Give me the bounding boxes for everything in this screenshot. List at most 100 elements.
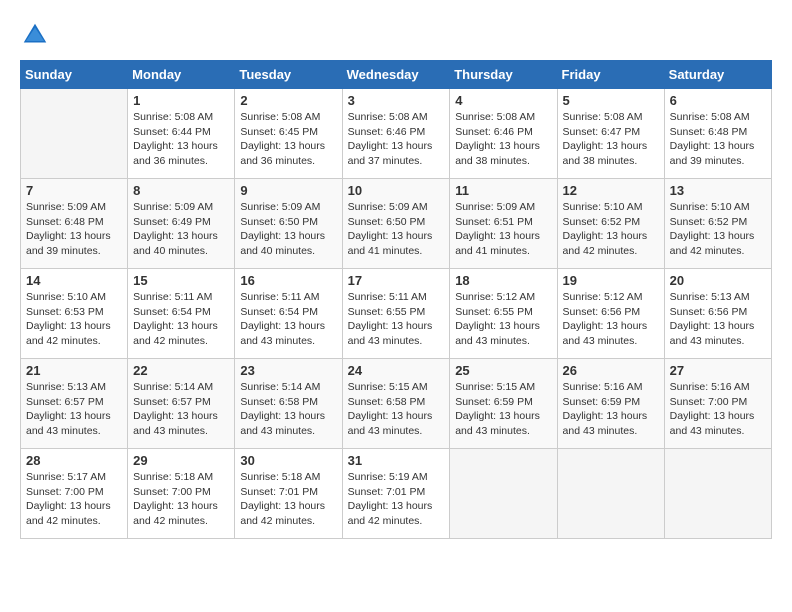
day-number: 22	[133, 363, 229, 378]
day-number: 15	[133, 273, 229, 288]
calendar-cell: 10 Sunrise: 5:09 AM Sunset: 6:50 PM Dayli…	[342, 179, 450, 269]
day-number: 25	[455, 363, 551, 378]
day-number: 14	[26, 273, 122, 288]
calendar-week-row: 14 Sunrise: 5:10 AM Sunset: 6:53 PM Dayli…	[21, 269, 772, 359]
logo	[20, 20, 54, 50]
calendar-header-wednesday: Wednesday	[342, 61, 450, 89]
day-info: Sunrise: 5:19 AM Sunset: 7:01 PM Dayligh…	[348, 470, 445, 529]
day-number: 10	[348, 183, 445, 198]
day-info: Sunrise: 5:12 AM Sunset: 6:55 PM Dayligh…	[455, 290, 551, 349]
calendar-cell: 6 Sunrise: 5:08 AM Sunset: 6:48 PM Daylig…	[664, 89, 771, 179]
calendar-cell: 29 Sunrise: 5:18 AM Sunset: 7:00 PM Dayli…	[128, 449, 235, 539]
day-info: Sunrise: 5:15 AM Sunset: 6:59 PM Dayligh…	[455, 380, 551, 439]
calendar-cell: 20 Sunrise: 5:13 AM Sunset: 6:56 PM Dayli…	[664, 269, 771, 359]
day-number: 7	[26, 183, 122, 198]
calendar-header-thursday: Thursday	[450, 61, 557, 89]
day-number: 6	[670, 93, 766, 108]
calendar-cell: 27 Sunrise: 5:16 AM Sunset: 7:00 PM Dayli…	[664, 359, 771, 449]
day-info: Sunrise: 5:14 AM Sunset: 6:57 PM Dayligh…	[133, 380, 229, 439]
day-number: 12	[563, 183, 659, 198]
calendar-cell: 30 Sunrise: 5:18 AM Sunset: 7:01 PM Dayli…	[235, 449, 342, 539]
day-number: 24	[348, 363, 445, 378]
calendar-cell: 28Sunrise: 5:17 AM Sunset: 7:00 PM Dayli…	[21, 449, 128, 539]
calendar-cell: 13Sunrise: 5:10 AM Sunset: 6:52 PM Dayli…	[664, 179, 771, 269]
calendar-week-row: 21 Sunrise: 5:13 AM Sunset: 6:57 PM Dayli…	[21, 359, 772, 449]
day-number: 17	[348, 273, 445, 288]
day-number: 2	[240, 93, 336, 108]
day-info: Sunrise: 5:18 AM Sunset: 7:01 PM Dayligh…	[240, 470, 336, 529]
calendar-week-row: 28Sunrise: 5:17 AM Sunset: 7:00 PM Dayli…	[21, 449, 772, 539]
calendar-cell: 8 Sunrise: 5:09 AM Sunset: 6:49 PM Daylig…	[128, 179, 235, 269]
calendar-week-row: 7Sunrise: 5:09 AM Sunset: 6:48 PM Daylig…	[21, 179, 772, 269]
calendar-cell: 11Sunrise: 5:09 AM Sunset: 6:51 PM Dayli…	[450, 179, 557, 269]
day-number: 23	[240, 363, 336, 378]
calendar-cell: 9 Sunrise: 5:09 AM Sunset: 6:50 PM Daylig…	[235, 179, 342, 269]
day-number: 29	[133, 453, 229, 468]
calendar-week-row: 1Sunrise: 5:08 AM Sunset: 6:44 PM Daylig…	[21, 89, 772, 179]
day-info: Sunrise: 5:08 AM Sunset: 6:47 PM Dayligh…	[563, 110, 659, 169]
calendar-cell: 25 Sunrise: 5:15 AM Sunset: 6:59 PM Dayli…	[450, 359, 557, 449]
logo-icon	[20, 20, 50, 50]
day-number: 3	[348, 93, 445, 108]
calendar-cell: 24 Sunrise: 5:15 AM Sunset: 6:58 PM Dayli…	[342, 359, 450, 449]
day-info: Sunrise: 5:13 AM Sunset: 6:56 PM Dayligh…	[670, 290, 766, 349]
day-info: Sunrise: 5:11 AM Sunset: 6:54 PM Dayligh…	[240, 290, 336, 349]
day-number: 8	[133, 183, 229, 198]
day-info: Sunrise: 5:09 AM Sunset: 6:50 PM Dayligh…	[240, 200, 336, 259]
calendar-cell: 5 Sunrise: 5:08 AM Sunset: 6:47 PM Daylig…	[557, 89, 664, 179]
day-number: 16	[240, 273, 336, 288]
page-header	[20, 20, 772, 50]
calendar-cell	[450, 449, 557, 539]
day-info: Sunrise: 5:16 AM Sunset: 7:00 PM Dayligh…	[670, 380, 766, 439]
calendar-header-friday: Friday	[557, 61, 664, 89]
calendar-header-tuesday: Tuesday	[235, 61, 342, 89]
calendar-cell: 7Sunrise: 5:09 AM Sunset: 6:48 PM Daylig…	[21, 179, 128, 269]
calendar-cell: 12 Sunrise: 5:10 AM Sunset: 6:52 PM Dayli…	[557, 179, 664, 269]
calendar-cell: 23 Sunrise: 5:14 AM Sunset: 6:58 PM Dayli…	[235, 359, 342, 449]
day-number: 28	[26, 453, 122, 468]
day-info: Sunrise: 5:10 AM Sunset: 6:53 PM Dayligh…	[26, 290, 122, 349]
day-info: Sunrise: 5:14 AM Sunset: 6:58 PM Dayligh…	[240, 380, 336, 439]
day-info: Sunrise: 5:08 AM Sunset: 6:46 PM Dayligh…	[455, 110, 551, 169]
day-number: 1	[133, 93, 229, 108]
day-info: Sunrise: 5:09 AM Sunset: 6:50 PM Dayligh…	[348, 200, 445, 259]
calendar-header-row: SundayMondayTuesdayWednesdayThursdayFrid…	[21, 61, 772, 89]
calendar-cell: 15 Sunrise: 5:11 AM Sunset: 6:54 PM Dayli…	[128, 269, 235, 359]
calendar-cell: 1Sunrise: 5:08 AM Sunset: 6:44 PM Daylig…	[128, 89, 235, 179]
day-info: Sunrise: 5:16 AM Sunset: 6:59 PM Dayligh…	[563, 380, 659, 439]
day-info: Sunrise: 5:15 AM Sunset: 6:58 PM Dayligh…	[348, 380, 445, 439]
day-info: Sunrise: 5:08 AM Sunset: 6:48 PM Dayligh…	[670, 110, 766, 169]
day-number: 5	[563, 93, 659, 108]
calendar-cell: 2 Sunrise: 5:08 AM Sunset: 6:45 PM Daylig…	[235, 89, 342, 179]
calendar-cell: 19Sunrise: 5:12 AM Sunset: 6:56 PM Dayli…	[557, 269, 664, 359]
day-number: 27	[670, 363, 766, 378]
day-info: Sunrise: 5:13 AM Sunset: 6:57 PM Dayligh…	[26, 380, 122, 439]
calendar-cell: 26Sunrise: 5:16 AM Sunset: 6:59 PM Dayli…	[557, 359, 664, 449]
calendar-cell	[21, 89, 128, 179]
calendar-header-monday: Monday	[128, 61, 235, 89]
day-number: 4	[455, 93, 551, 108]
calendar-cell: 31 Sunrise: 5:19 AM Sunset: 7:01 PM Dayli…	[342, 449, 450, 539]
calendar-header-saturday: Saturday	[664, 61, 771, 89]
day-info: Sunrise: 5:08 AM Sunset: 6:45 PM Dayligh…	[240, 110, 336, 169]
day-info: Sunrise: 5:18 AM Sunset: 7:00 PM Dayligh…	[133, 470, 229, 529]
calendar-cell: 14 Sunrise: 5:10 AM Sunset: 6:53 PM Dayli…	[21, 269, 128, 359]
calendar-cell: 22 Sunrise: 5:14 AM Sunset: 6:57 PM Dayli…	[128, 359, 235, 449]
day-number: 11	[455, 183, 551, 198]
calendar-header-sunday: Sunday	[21, 61, 128, 89]
calendar-cell: 3Sunrise: 5:08 AM Sunset: 6:46 PM Daylig…	[342, 89, 450, 179]
day-number: 9	[240, 183, 336, 198]
day-info: Sunrise: 5:10 AM Sunset: 6:52 PM Dayligh…	[670, 200, 766, 259]
day-info: Sunrise: 5:12 AM Sunset: 6:56 PM Dayligh…	[563, 290, 659, 349]
calendar-cell: 21 Sunrise: 5:13 AM Sunset: 6:57 PM Dayli…	[21, 359, 128, 449]
day-info: Sunrise: 5:11 AM Sunset: 6:54 PM Dayligh…	[133, 290, 229, 349]
day-number: 20	[670, 273, 766, 288]
calendar-cell: 4 Sunrise: 5:08 AM Sunset: 6:46 PM Daylig…	[450, 89, 557, 179]
day-number: 18	[455, 273, 551, 288]
day-number: 21	[26, 363, 122, 378]
day-number: 30	[240, 453, 336, 468]
day-info: Sunrise: 5:09 AM Sunset: 6:49 PM Dayligh…	[133, 200, 229, 259]
day-number: 31	[348, 453, 445, 468]
day-info: Sunrise: 5:10 AM Sunset: 6:52 PM Dayligh…	[563, 200, 659, 259]
calendar-cell	[664, 449, 771, 539]
